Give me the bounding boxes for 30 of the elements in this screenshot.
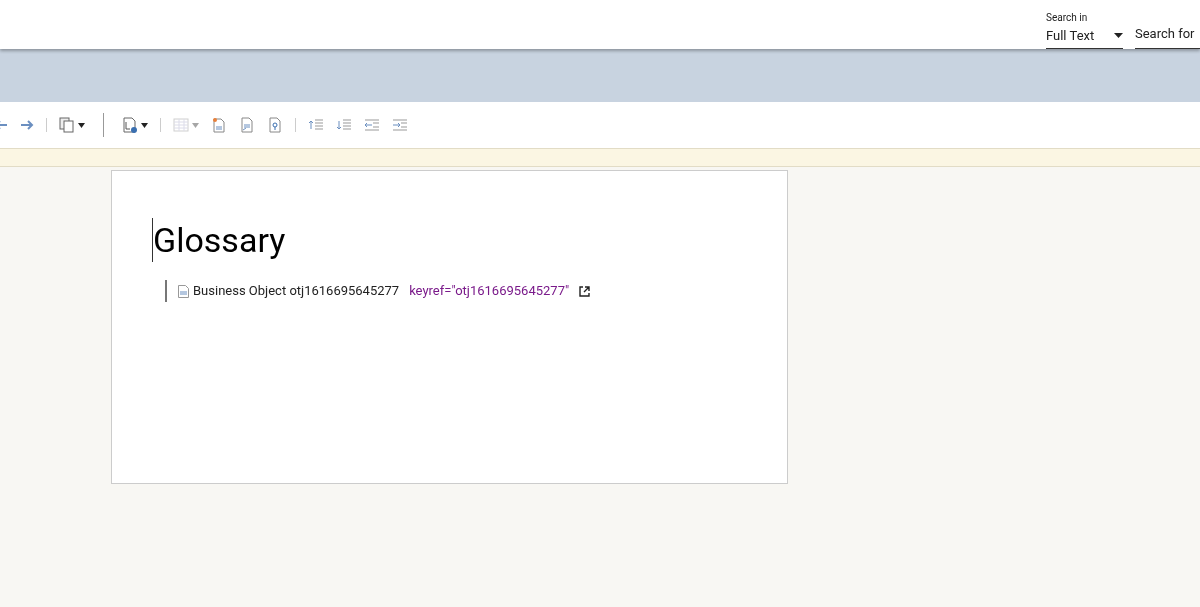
document-icon: [239, 117, 255, 133]
indent-icon: [392, 117, 408, 133]
topic-reference: Business Object otj1616695645277: [193, 282, 400, 301]
document-icon: [178, 284, 189, 298]
search-scope-label: Search in: [1046, 13, 1089, 23]
forward-arrow-button[interactable]: [20, 118, 34, 132]
outdent-button[interactable]: [364, 117, 380, 133]
move-up-button[interactable]: [308, 117, 324, 133]
outdent-icon: [364, 117, 380, 133]
copy-button[interactable]: [59, 117, 85, 133]
move-down-button[interactable]: [336, 117, 352, 133]
keyref-attribute: keyref="otj1616695645277": [409, 282, 570, 301]
caret-icon: [1114, 33, 1123, 38]
search-scope-dropdown[interactable]: Full Text: [1046, 29, 1123, 42]
indent-button[interactable]: [392, 117, 408, 133]
key-document-icon: [267, 117, 283, 133]
new-document-icon: [211, 117, 227, 133]
new-document-button[interactable]: [211, 117, 227, 133]
forward-arrow-icon: [20, 118, 34, 132]
external-link-icon[interactable]: [579, 285, 591, 297]
key-document-button[interactable]: [267, 117, 283, 133]
document-tree-icon: [122, 117, 138, 133]
table-icon: [173, 117, 189, 133]
move-down-icon: [336, 117, 352, 133]
document-tree-button[interactable]: [122, 117, 148, 133]
move-up-icon: [308, 117, 324, 133]
search-field[interactable]: Search for: [1135, 23, 1200, 49]
document-title: Glossary: [152, 218, 787, 262]
copy-icon: [59, 117, 75, 133]
document-button[interactable]: [239, 117, 255, 133]
